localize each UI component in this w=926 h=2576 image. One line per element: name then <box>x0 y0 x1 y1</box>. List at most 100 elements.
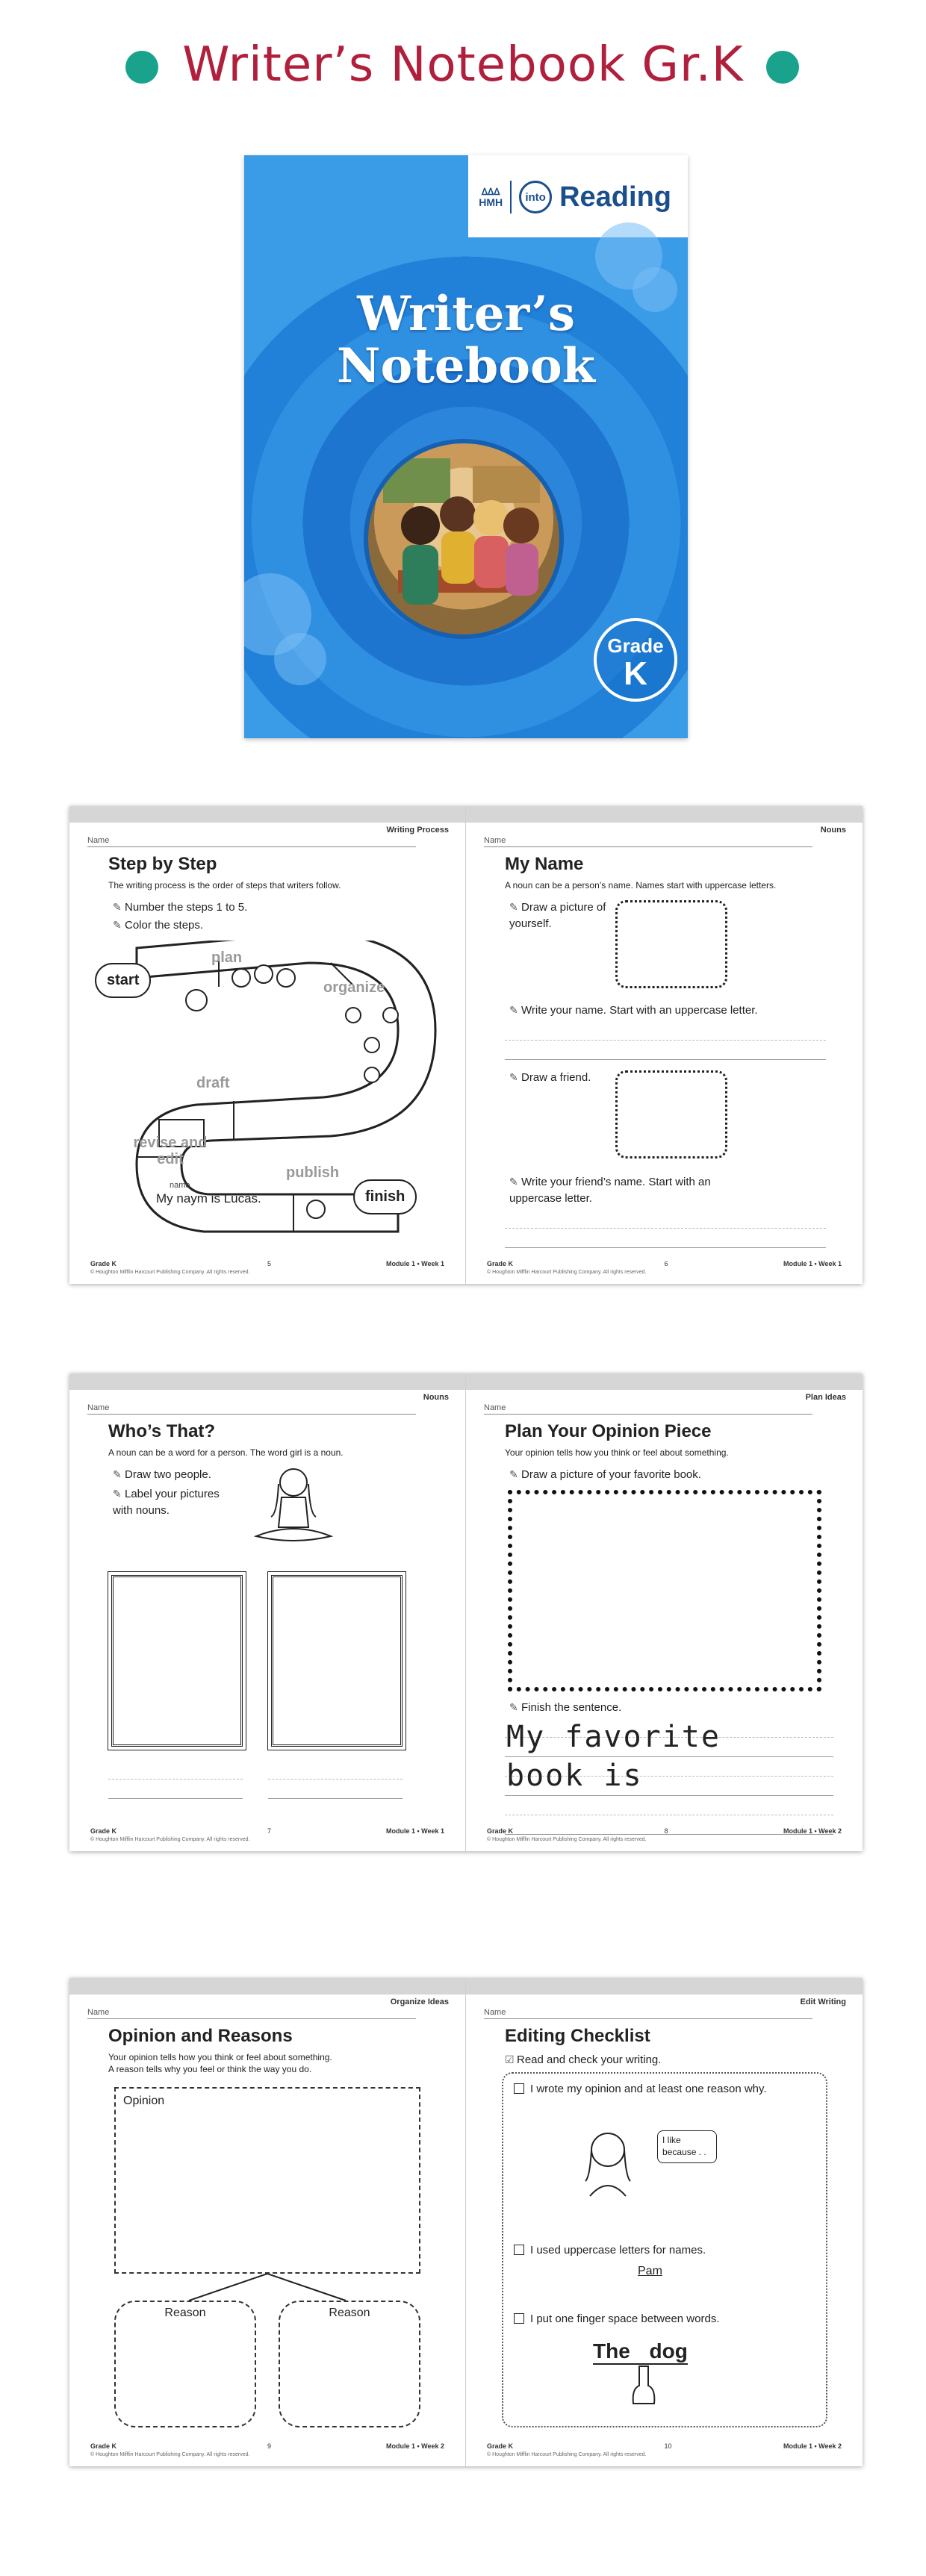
reason-box-2[interactable]: Reason <box>279 2301 420 2427</box>
page-tab-label: Nouns <box>820 826 846 835</box>
reason-box-1[interactable]: Reason <box>114 2301 256 2427</box>
drawing-frame-left[interactable] <box>108 1571 246 1750</box>
instruction-text: Color the steps. <box>125 919 204 932</box>
sentence-line-2: book is <box>506 1759 643 1793</box>
instruction-text: Draw a friend. <box>521 1071 591 1084</box>
pencil-icon: ✎ <box>113 901 122 913</box>
page-tab-band <box>69 1373 465 1390</box>
page-title: My Name <box>505 854 584 874</box>
publisher-label: HMH <box>479 196 503 208</box>
checklist-text: I put one finger space between words. <box>530 2313 720 2325</box>
series-title: Reading <box>559 181 671 213</box>
page-title: Plan Your Opinion Piece <box>505 1421 712 1441</box>
instruction: ☑ Read and check your writing. <box>505 2051 661 2068</box>
opinion-label: Opinion <box>123 2095 165 2107</box>
step-organize: organize <box>323 979 385 996</box>
footer-grade: Grade K <box>90 2442 117 2450</box>
page-my-name: Nouns Name My Name A noun can be a perso… <box>466 806 863 1284</box>
friend-name-writing-lines[interactable] <box>505 1209 826 1248</box>
footer-module: Module 1 • Week 1 <box>385 1260 444 1267</box>
page-plan-opinion: Plan Ideas Name Plan Your Opinion Piece … <box>466 1373 863 1851</box>
checklist-item-3[interactable]: I put one finger space between words. <box>514 2311 805 2327</box>
example-words: The dog <box>593 2339 688 2365</box>
favorite-book-drawing-box[interactable] <box>508 1490 821 1691</box>
pencil-icon: ✎ <box>113 1468 122 1480</box>
instruction-text: Number the steps 1 to 5. <box>125 901 248 914</box>
page-subtitle: A reason tells why you feel or think the… <box>108 2064 312 2074</box>
label-writing-lines[interactable] <box>268 1760 403 1799</box>
footer-grade: Grade K <box>90 1260 117 1267</box>
page-tab-band <box>466 806 863 823</box>
cover-title: Writer’s Notebook <box>244 288 688 393</box>
footer-copyright: © Houghton Mifflin Harcourt Publishing C… <box>90 1270 250 1275</box>
spread-pages-7-8: Nouns Name Who’s That? A noun can be a w… <box>69 1373 863 1851</box>
footer-module: Module 1 • Week 1 <box>783 1260 842 1267</box>
name-line: Name <box>87 2008 416 2019</box>
page-tab-label: Plan Ideas <box>805 1393 846 1402</box>
draw-yourself-frame[interactable] <box>615 900 727 988</box>
grade-letter: K <box>624 655 647 692</box>
hmh-logo-mark: ᐃᐃᐃ <box>481 187 500 197</box>
checklist-item-2[interactable]: I used uppercase letters for names. <box>514 2242 805 2259</box>
instruction: ✎ Draw a picture of yourself. <box>509 899 606 932</box>
opinion-box[interactable]: Opinion <box>114 2087 420 2274</box>
writing-line <box>108 1780 243 1799</box>
checklist-item-1[interactable]: I wrote my opinion and at least one reas… <box>514 2081 805 2098</box>
instruction: ✎ Draw a picture of your favorite book. <box>509 1466 838 1483</box>
name-line: Name <box>484 836 812 847</box>
footer-copyright: © Houghton Mifflin Harcourt Publishing C… <box>487 1837 647 1842</box>
writing-line <box>505 1041 826 1060</box>
page-opinion-reasons: Organize Ideas Name Opinion and Reasons … <box>69 1978 466 2466</box>
checkbox[interactable] <box>514 2313 524 2324</box>
name-line: Name <box>484 1403 812 1415</box>
page-tab-band <box>466 1373 863 1390</box>
drawing-frame-right[interactable] <box>267 1571 406 1750</box>
footer-grade: Grade K <box>487 1827 514 1835</box>
sample-sentence: My naym is Lucas. <box>156 1191 261 1206</box>
your-name-writing-lines[interactable] <box>505 1021 826 1060</box>
page-subtitle: A noun can be a person’s name. Names sta… <box>505 880 777 891</box>
label-writing-lines[interactable] <box>108 1760 243 1799</box>
footer-grade: Grade K <box>90 1827 117 1835</box>
instruction-text: Read and check your writing. <box>517 2053 662 2066</box>
example-name: Pam <box>638 2265 662 2277</box>
finger-space-hand-icon <box>632 2366 656 2404</box>
pencil-icon: ✎ <box>509 901 518 913</box>
pencil-icon: ✎ <box>509 1004 518 1016</box>
instruction-text: Label your pictures with nouns. <box>113 1488 220 1517</box>
footer-copyright: © Houghton Mifflin Harcourt Publishing C… <box>90 2452 250 2457</box>
checkbox[interactable] <box>514 2083 524 2094</box>
name-line: Name <box>484 2008 812 2019</box>
cover-title-line: Notebook <box>337 338 595 394</box>
writing-line <box>505 1209 826 1229</box>
step-plan: plan <box>211 949 243 966</box>
name-line: Name <box>87 1403 416 1415</box>
page-whos-that: Nouns Name Who’s That? A noun can be a w… <box>69 1373 466 1851</box>
step-finish: finish <box>353 1179 417 1214</box>
sample-caret-label: name <box>170 1181 190 1190</box>
footer-copyright: © Houghton Mifflin Harcourt Publishing C… <box>487 2452 647 2457</box>
instruction: ✎ Label your pictures with nouns. <box>113 1485 240 1519</box>
cover-title-line: Writer’s <box>357 286 575 342</box>
teal-dot-icon <box>766 51 799 84</box>
reason-label: Reason <box>329 2307 370 2319</box>
writing-line <box>505 1796 833 1815</box>
girl-sitting-illustration <box>253 1468 334 1541</box>
page-step-by-step: Writing Process Name Step by Step The wr… <box>69 806 466 1284</box>
writing-line <box>505 1229 826 1248</box>
page-number: 10 <box>664 2442 672 2450</box>
checklist-text: I used uppercase letters for names. <box>530 2244 706 2257</box>
page-number: 7 <box>267 1827 272 1835</box>
connector-lines <box>188 2274 347 2301</box>
grade-word: Grade <box>607 634 664 657</box>
instruction: ✎ Color the steps. <box>113 917 203 934</box>
instruction-text: Write your friend’s name. Start with an … <box>509 1176 711 1205</box>
instruction-text: Draw a picture of yourself. <box>509 901 606 930</box>
pencil-icon: ✎ <box>113 1488 122 1500</box>
page-number: 5 <box>267 1260 272 1267</box>
draw-friend-frame[interactable] <box>615 1070 727 1158</box>
instruction-text: Finish the sentence. <box>521 1701 622 1714</box>
instruction-text: Write your name. Start with an uppercase… <box>521 1004 758 1017</box>
checkbox[interactable] <box>514 2245 524 2255</box>
page-tab-band <box>69 1978 465 1995</box>
